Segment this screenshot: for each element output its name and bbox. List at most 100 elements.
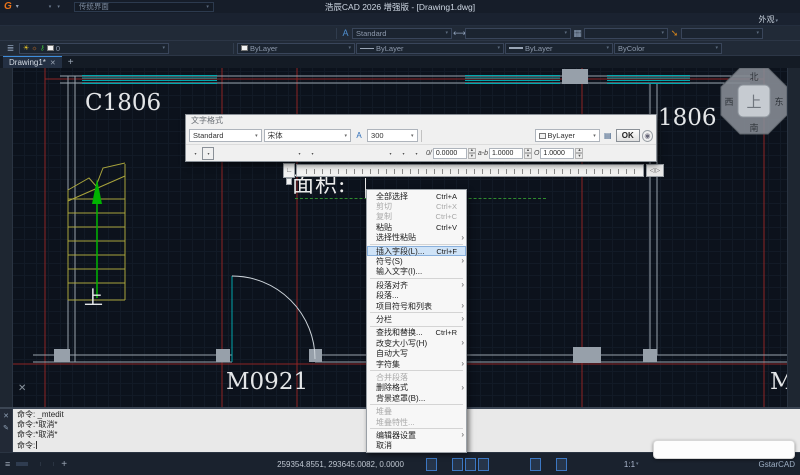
ctx-change-case[interactable]: 改变大小写(H) xyxy=(367,338,466,348)
workspace-icon[interactable] xyxy=(608,458,619,471)
spinner[interactable]: ▲▼ xyxy=(468,148,476,159)
align-justify-button[interactable] xyxy=(267,147,279,160)
ok-button[interactable]: OK xyxy=(616,129,640,142)
ruler-toggle-button[interactable]: ▤ xyxy=(602,129,614,142)
isodraft-icon[interactable] xyxy=(676,458,687,471)
mtext-style-combo[interactable]: Standard xyxy=(189,129,262,142)
spinner[interactable]: ▲▼ xyxy=(575,148,583,159)
model-tab[interactable] xyxy=(16,462,28,466)
drawing-tab[interactable]: Drawing1* ✕ xyxy=(3,56,62,68)
ctx-columns[interactable]: 分栏 xyxy=(367,314,466,324)
subscript-button[interactable] xyxy=(371,147,383,160)
text-style-combo[interactable]: Standard xyxy=(352,28,452,39)
ortho-mode-icon[interactable] xyxy=(439,458,450,471)
tab-close-icon[interactable]: ✕ xyxy=(50,59,56,67)
appearance-menu[interactable]: 外观 xyxy=(758,14,778,25)
viewcube-west[interactable]: 西 xyxy=(724,97,733,107)
ctx-paragraph[interactable]: 段落... xyxy=(367,291,466,301)
insert-field-button[interactable] xyxy=(319,147,331,160)
ctx-cut[interactable]: 剪切 Ctrl+X xyxy=(367,201,466,211)
numeric-input[interactable]: 0.0000 xyxy=(433,148,467,159)
insert-symbol-button[interactable] xyxy=(397,147,409,160)
layer-on-icon[interactable]: ☀ xyxy=(23,45,29,52)
app-logo-icon[interactable]: G xyxy=(4,2,12,12)
ctx-stack[interactable]: 堆叠 xyxy=(367,406,466,416)
isolate-objects-icon[interactable] xyxy=(715,458,726,471)
layout2-tab[interactable] xyxy=(41,462,54,466)
logo-caret-icon[interactable]: ▾ xyxy=(16,3,19,10)
underline-button[interactable] xyxy=(461,129,473,142)
layout1-tab[interactable] xyxy=(28,462,41,466)
align-distribute-button[interactable] xyxy=(280,147,292,160)
redo-edit-button[interactable] xyxy=(509,129,521,142)
align-center-button[interactable] xyxy=(241,147,253,160)
italic-button[interactable] xyxy=(437,129,449,142)
clean-screen-icon[interactable] xyxy=(741,458,752,471)
dynamic-input-icon[interactable] xyxy=(517,458,528,471)
numeric-input[interactable]: 1.0000 xyxy=(489,148,523,159)
strikethrough-button[interactable] xyxy=(449,129,461,142)
annotative-button[interactable] xyxy=(485,129,497,142)
command-edit-icon[interactable]: ✎ xyxy=(3,424,9,432)
mtext-width-handle[interactable]: ◁▷ xyxy=(646,164,664,177)
annotation-visibility-icon[interactable] xyxy=(650,458,661,471)
ctx-symbol[interactable]: 符号(S) xyxy=(367,256,466,266)
annotative-icon[interactable]: A xyxy=(353,129,365,142)
ctx-background-mask[interactable]: 背景遮罩(B)... xyxy=(367,393,466,403)
lineweight-combo[interactable]: ByLayer xyxy=(505,43,613,54)
table-style-icon[interactable]: ▦ xyxy=(572,27,583,40)
linetype-combo[interactable]: ByLayer xyxy=(356,43,504,54)
ui-mode-combo[interactable]: 传统界面 xyxy=(74,2,214,12)
polar-tracking-icon[interactable] xyxy=(452,458,463,471)
stack-button[interactable] xyxy=(521,129,533,142)
lock-ui-icon[interactable] xyxy=(702,458,713,471)
viewcube-north[interactable]: 北 xyxy=(749,72,758,82)
object-snap-tracking-icon[interactable] xyxy=(491,458,502,471)
ctx-bullets-lists[interactable]: 项目符号和列表 xyxy=(367,301,466,311)
dynamic-ucs-icon[interactable] xyxy=(504,458,515,471)
ctx-select-all[interactable]: 全部选择 Ctrl+A xyxy=(367,191,466,201)
ctx-merge-paragraphs[interactable]: 合并段落 xyxy=(367,372,466,382)
viewcube-top[interactable]: 上 xyxy=(746,94,761,111)
indent-marker[interactable] xyxy=(286,178,292,185)
layer-manager-icon[interactable]: ≣ xyxy=(3,42,18,55)
ctx-paste-special[interactable]: 选择性粘贴 xyxy=(367,233,466,243)
add-layout-button[interactable]: + xyxy=(57,459,71,470)
lineweight-display-icon[interactable] xyxy=(530,458,541,471)
mtext-ruler[interactable] xyxy=(296,164,644,177)
at-button[interactable] xyxy=(410,147,422,160)
ctx-stack-properties[interactable]: 堆叠特性... xyxy=(367,417,466,427)
new-tab-button[interactable]: + xyxy=(68,58,74,68)
line-spacing-button[interactable] xyxy=(293,147,305,160)
mleader-style-combo[interactable] xyxy=(681,28,763,39)
superscript-button[interactable] xyxy=(358,147,370,160)
mtext-editor-text[interactable]: 面积: xyxy=(292,174,346,198)
viewcube-south[interactable]: 南 xyxy=(749,122,758,133)
quick-properties-icon[interactable] xyxy=(569,458,580,471)
text-style-icon[interactable]: A xyxy=(340,27,351,40)
ctx-insert-field[interactable]: 插入字段(L)... Ctrl+F xyxy=(367,246,466,256)
ruler-tabstop-box[interactable]: ∟ xyxy=(283,163,295,178)
align-left-button[interactable] xyxy=(228,147,240,160)
mtext-justify-button[interactable] xyxy=(202,147,214,160)
color-combo[interactable]: ByLayer xyxy=(237,43,355,54)
annotation-autoscale-icon[interactable] xyxy=(663,458,674,471)
symbol-button[interactable] xyxy=(384,147,396,160)
lowercase-button[interactable] xyxy=(345,147,357,160)
selection-cycling-icon[interactable] xyxy=(556,458,567,471)
align-right-button[interactable] xyxy=(254,147,266,160)
qat-redo-icon[interactable] xyxy=(56,1,60,12)
undo-edit-button[interactable] xyxy=(497,129,509,142)
viewcube-east[interactable]: 东 xyxy=(774,96,783,107)
ctx-charset[interactable]: 字符集 xyxy=(367,359,466,369)
table-style-combo[interactable] xyxy=(584,28,668,39)
command-close-icon[interactable]: ✕ xyxy=(3,412,9,420)
mtext-color-combo[interactable]: ByLayer xyxy=(535,129,600,142)
object-snap-icon[interactable] xyxy=(465,458,476,471)
dim-style-icon[interactable]: ⟷ xyxy=(453,27,464,40)
transparency-icon[interactable] xyxy=(543,458,554,471)
ctx-paragraph-align[interactable]: 段落对齐 xyxy=(367,280,466,290)
columns-button[interactable] xyxy=(189,147,201,160)
qat-undo-icon[interactable] xyxy=(48,1,52,12)
ctx-paste[interactable]: 粘贴 Ctrl+V xyxy=(367,222,466,232)
